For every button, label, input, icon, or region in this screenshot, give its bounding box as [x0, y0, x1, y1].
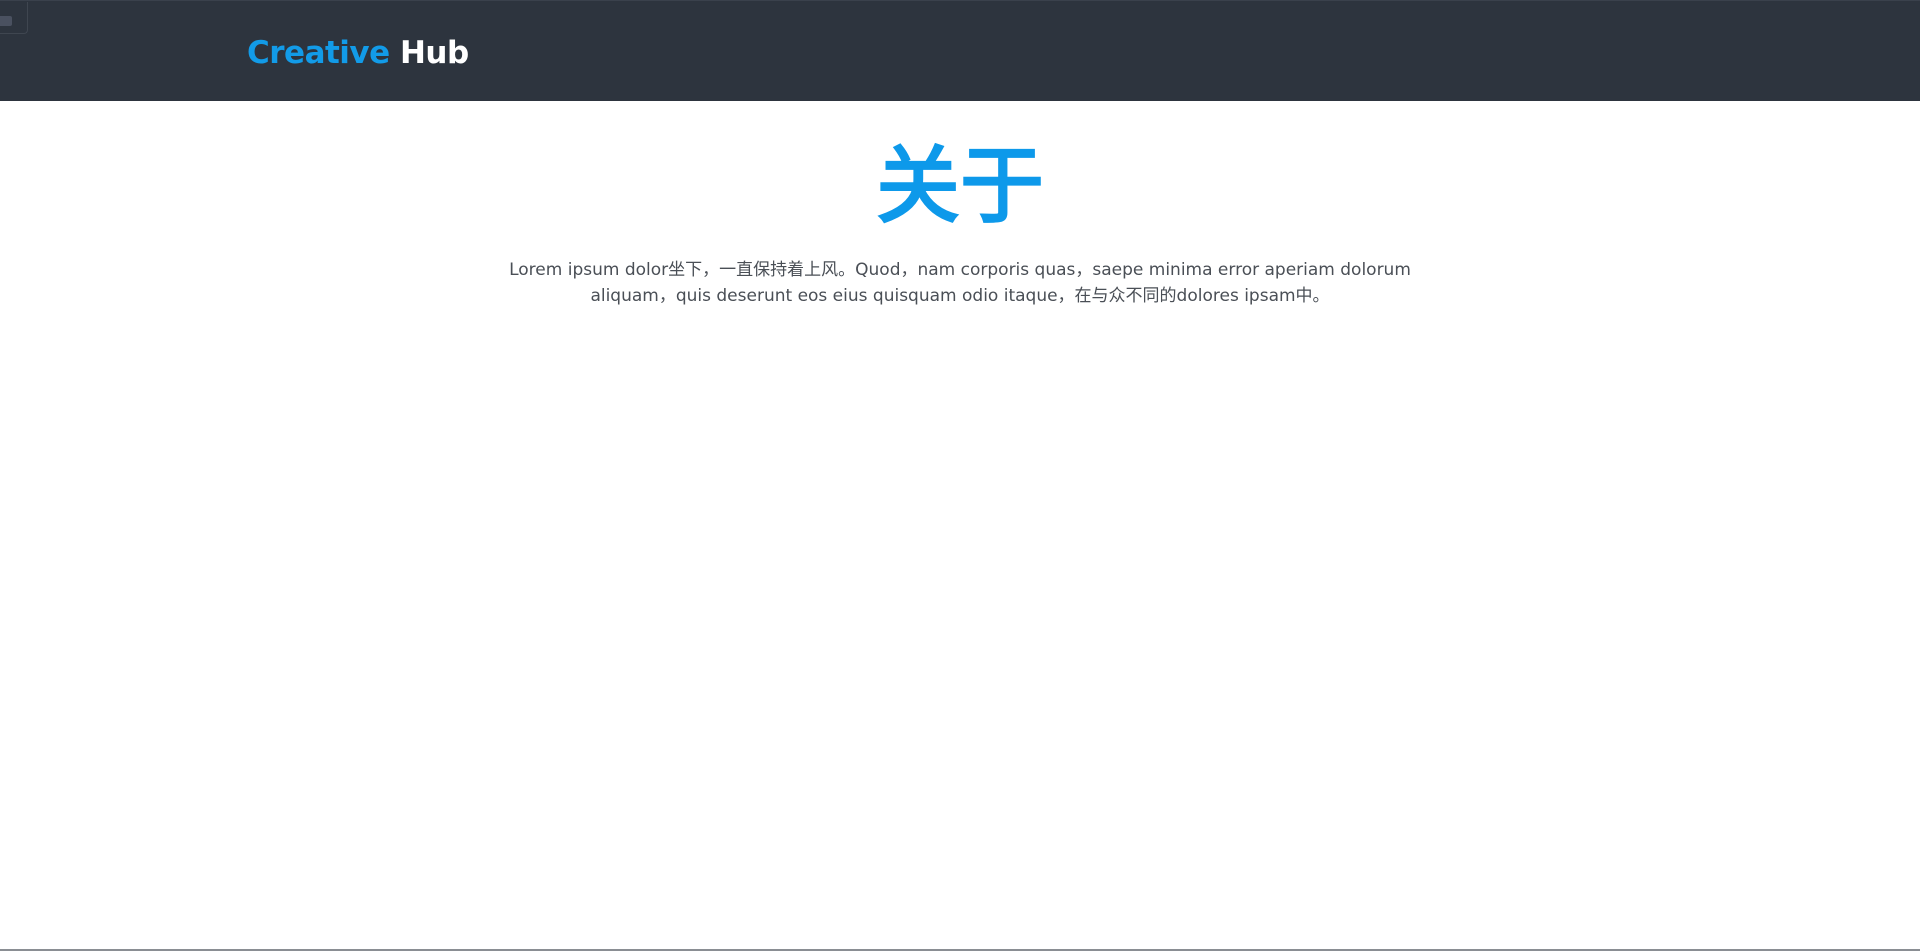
page: Creative Hub 关于 Lorem ipsum dolor坐下，一直保持…: [0, 0, 1920, 951]
brand-secondary-text: Hub: [399, 35, 469, 71]
top-navigation-bar: Creative Hub: [0, 0, 1920, 101]
about-heading: 关于: [875, 137, 1044, 235]
about-description: Lorem ipsum dolor坐下，一直保持着上风。Quod，nam cor…: [509, 260, 1411, 306]
brand-primary-text: Creative: [247, 35, 390, 71]
brand-logo-link[interactable]: Creative Hub: [247, 35, 469, 71]
toggle-handle-icon: [0, 16, 12, 26]
corner-toggle-button[interactable]: [0, 2, 28, 34]
